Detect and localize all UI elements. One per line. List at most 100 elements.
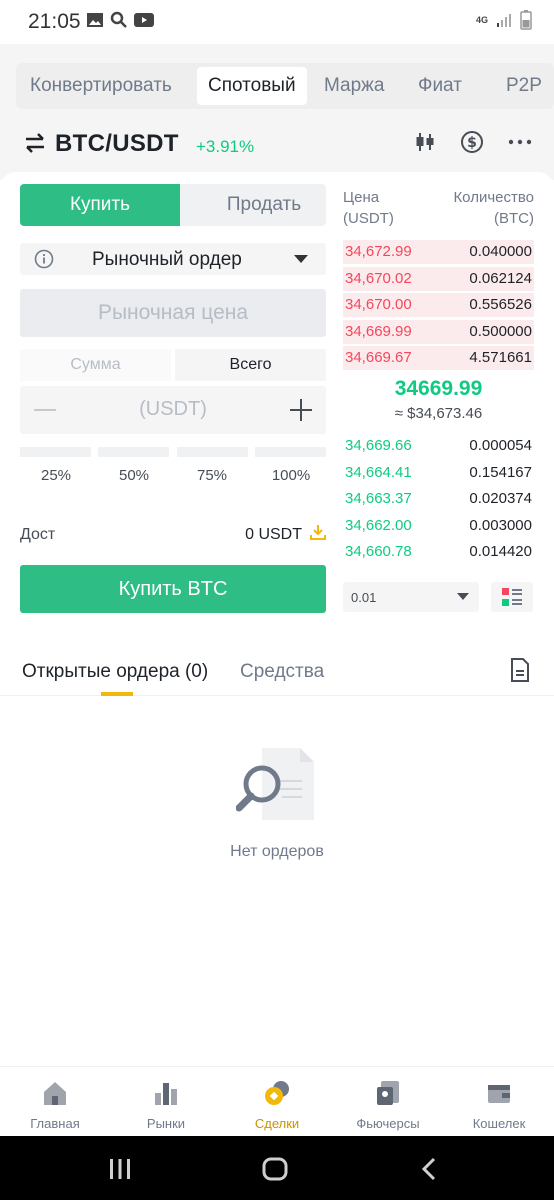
ask-qty: 4.571661 xyxy=(469,349,532,366)
nav-futures[interactable]: Фьючерсы xyxy=(338,1079,438,1131)
markets-icon xyxy=(155,1083,177,1105)
trade-mode-tabs: Конвертировать Спотовый Маржа Фиат P2P xyxy=(16,63,554,109)
depth-value: 0.01 xyxy=(351,590,377,605)
bid-price: 34,663.37 xyxy=(345,490,412,507)
gallery-icon xyxy=(87,13,103,27)
deposit-icon[interactable] xyxy=(308,522,328,542)
bid-price: 34,664.41 xyxy=(345,464,412,481)
order-type-label: Рыночный ордер xyxy=(92,249,242,270)
available-value: 0 USDT xyxy=(245,526,302,543)
orderbook-layout-button[interactable] xyxy=(491,582,533,612)
pct-bar[interactable] xyxy=(98,447,169,457)
bid-qty: 0.154167 xyxy=(469,464,532,481)
pct-label-25[interactable]: 25% xyxy=(21,467,91,484)
amount-mode-tabs: Сумма Всего xyxy=(20,349,326,381)
ask-qty: 0.500000 xyxy=(469,323,532,340)
orderbook-price-header: Цена (USDT) xyxy=(343,187,394,229)
bid-row[interactable]: 34,663.37 0.020374 xyxy=(343,487,534,511)
bid-qty: 0.014420 xyxy=(469,543,532,560)
bid-price: 34,660.78 xyxy=(345,543,412,560)
total-input[interactable]: (USDT) xyxy=(20,386,326,434)
pct-label-75[interactable]: 75% xyxy=(177,467,247,484)
ask-qty: 0.556526 xyxy=(469,296,532,313)
tab-fiat[interactable]: Фиат xyxy=(418,67,462,105)
last-price: 34669.99 xyxy=(394,377,483,400)
back-icon[interactable] xyxy=(421,1157,437,1181)
bottom-navigation: Главная Рынки Сделки Фьючерсы Кошелек xyxy=(0,1066,554,1136)
nav-home[interactable]: Главная xyxy=(5,1079,105,1131)
swap-pair-icon[interactable] xyxy=(24,132,46,154)
candlestick-chart-icon[interactable] xyxy=(414,131,436,153)
tab-total[interactable]: Всего xyxy=(175,349,326,381)
status-notification-icons xyxy=(86,11,154,29)
info-icon[interactable] xyxy=(34,249,54,269)
nav-wallet-label: Кошелек xyxy=(472,1116,526,1131)
plus-icon-vertical xyxy=(300,399,302,421)
tab-spot[interactable]: Спотовый xyxy=(197,67,307,105)
pct-bar[interactable] xyxy=(20,447,91,457)
battery-icon xyxy=(520,10,532,30)
pair-change: +3.91% xyxy=(196,137,255,156)
tab-open-orders[interactable]: Открытые ордера (0) xyxy=(22,661,208,683)
ask-qty: 0.040000 xyxy=(469,243,532,260)
price-header-unit: (USDT) xyxy=(343,210,394,227)
nav-markets-label: Рынки xyxy=(146,1116,186,1131)
nav-trades[interactable]: Сделки xyxy=(227,1079,327,1131)
pct-label-100[interactable]: 100% xyxy=(256,467,326,484)
buy-btc-button[interactable]: Купить BTC xyxy=(20,565,326,613)
svg-text:$: $ xyxy=(467,135,477,151)
bid-qty: 0.020374 xyxy=(469,490,532,507)
pair-name[interactable]: BTC/USDT xyxy=(55,130,179,158)
bid-row[interactable]: 34,669.66 0.000054 xyxy=(343,434,534,458)
trades-icon xyxy=(265,1081,289,1105)
ask-row[interactable]: 34,670.00 0.556526 xyxy=(343,293,534,317)
percentage-slider[interactable] xyxy=(20,447,326,457)
tab-convert[interactable]: Конвертировать xyxy=(30,67,172,105)
ask-row[interactable]: 34,669.99 0.500000 xyxy=(343,320,534,344)
ask-row[interactable]: 34,670.02 0.062124 xyxy=(343,267,534,291)
ask-row[interactable]: 34,672.99 0.040000 xyxy=(343,240,534,264)
dollar-circle-icon[interactable]: $ xyxy=(460,130,484,154)
ask-price: 34,670.00 xyxy=(345,296,412,313)
network-icon: 4G xyxy=(475,14,488,25)
depth-select[interactable]: 0.01 xyxy=(343,582,479,612)
tab-p2p[interactable]: P2P xyxy=(506,67,542,105)
order-history-icon[interactable] xyxy=(509,657,531,683)
ask-price: 34,669.99 xyxy=(345,323,412,340)
tab-active-indicator xyxy=(101,692,133,696)
nav-markets[interactable]: Рынки xyxy=(116,1079,216,1131)
orderbook-layout-icon xyxy=(502,588,522,606)
order-type-select[interactable]: Рыночный ордер xyxy=(20,243,326,275)
buy-sell-toggle: Купить Продать xyxy=(20,184,326,226)
nav-home-label: Главная xyxy=(30,1116,80,1131)
nav-futures-label: Фьючерсы xyxy=(356,1116,420,1131)
more-icon[interactable] xyxy=(508,138,532,146)
bid-price: 34,669.66 xyxy=(345,437,412,454)
ask-qty: 0.062124 xyxy=(469,270,532,287)
tab-assets[interactable]: Средства xyxy=(240,661,324,683)
recent-apps-icon[interactable] xyxy=(108,1158,132,1180)
buy-tab[interactable]: Купить xyxy=(20,184,180,226)
market-price-field: Рыночная цена xyxy=(20,289,326,337)
pct-bar[interactable] xyxy=(177,447,248,457)
pct-bar[interactable] xyxy=(255,447,326,457)
ask-row[interactable]: 34,669.67 4.571661 xyxy=(343,346,534,370)
status-bar: 21:05 4G xyxy=(0,0,554,44)
price-header-label: Цена xyxy=(343,189,380,206)
pair-actions: $ xyxy=(414,130,532,154)
sell-tab[interactable]: Продать xyxy=(180,184,326,226)
tab-amount[interactable]: Сумма xyxy=(20,349,171,381)
bid-row[interactable]: 34,664.41 0.154167 xyxy=(343,461,534,485)
nav-trades-label: Сделки xyxy=(254,1116,300,1131)
ask-price: 34,672.99 xyxy=(345,243,412,260)
last-price-usd: ≈ $34,673.46 xyxy=(394,405,483,422)
home-button-icon[interactable] xyxy=(262,1157,288,1181)
bid-row[interactable]: 34,660.78 0.014420 xyxy=(343,540,534,564)
tab-margin[interactable]: Маржа xyxy=(324,67,384,105)
status-system-icons: 4G xyxy=(476,10,532,30)
pct-label-50[interactable]: 50% xyxy=(99,467,169,484)
qty-header-label: Количество xyxy=(453,189,534,206)
youtube-icon xyxy=(134,13,154,27)
nav-wallet[interactable]: Кошелек xyxy=(449,1079,549,1131)
bid-row[interactable]: 34,662.00 0.003000 xyxy=(343,514,534,538)
